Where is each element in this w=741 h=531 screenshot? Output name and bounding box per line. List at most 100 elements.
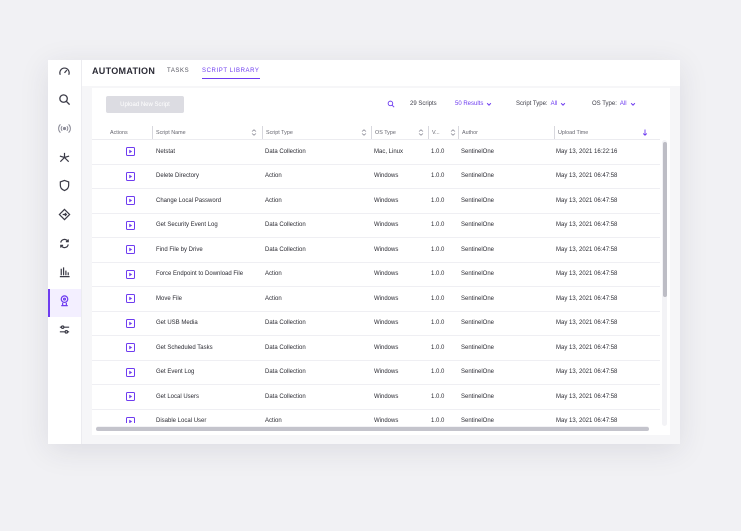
- sync-icon: [58, 237, 71, 255]
- run-script-button[interactable]: [126, 392, 135, 402]
- cell-script-type: Data Collection: [265, 369, 306, 376]
- play-icon: [128, 321, 133, 326]
- cell-author: SentinelOne: [461, 369, 495, 376]
- sidebar-item-broadcast[interactable]: [48, 117, 81, 145]
- cell-author: SentinelOne: [461, 344, 495, 351]
- sidebar-item-search[interactable]: [48, 88, 81, 116]
- table-row[interactable]: Get Local Users Data Collection Windows 1.0…: [92, 385, 660, 410]
- table-row[interactable]: Change Local Password Action Windows 1.0.0 S…: [92, 189, 660, 214]
- table-row[interactable]: Get Scheduled Tasks Data Collection Window…: [92, 336, 660, 361]
- run-script-button[interactable]: [126, 147, 135, 157]
- horizontal-scrollbar[interactable]: [96, 426, 649, 431]
- run-script-button[interactable]: [126, 318, 135, 328]
- run-script-button[interactable]: [126, 367, 135, 377]
- app-window: AUTOMATION TASKS SCRIPT LIBRARY Upload N…: [48, 60, 680, 444]
- column-header-os-type[interactable]: OS Type: [371, 126, 427, 139]
- column-header-label: Author: [462, 129, 478, 136]
- table-row[interactable]: Get USB Media Data Collection Windows 1.0.0…: [92, 312, 660, 336]
- sidebar-item-sync[interactable]: [48, 232, 81, 260]
- cell-actions: [126, 165, 135, 189]
- chevron-down-icon: [560, 101, 566, 107]
- cell-author: SentinelOne: [461, 222, 495, 229]
- run-script-button[interactable]: [126, 220, 135, 230]
- cell-script-name: Disable Local User: [156, 418, 207, 423]
- cell-os-type: Windows: [374, 344, 399, 351]
- table-body: Netstat Data Collection Mac, Linux 1.0.0 Sen…: [92, 140, 660, 423]
- cell-script-name: Get Local Users: [156, 393, 200, 400]
- column-header-script-name[interactable]: Script Name: [152, 126, 260, 139]
- column-header-upload-time[interactable]: Upload Time: [554, 126, 651, 139]
- cell-author: SentinelOne: [461, 173, 495, 180]
- cell-upload-time: May 13, 2021 16:22:16: [556, 148, 618, 155]
- cell-actions: [126, 336, 135, 360]
- run-script-button[interactable]: [126, 269, 135, 279]
- cell-script-name: Move File: [156, 295, 183, 302]
- table-row[interactable]: Get Security Event Log Data Collection Win…: [92, 214, 660, 238]
- table-row[interactable]: Force Endpoint to Download File Action Win…: [92, 263, 660, 287]
- cell-script-name: Find File by Drive: [156, 246, 203, 253]
- cell-version: 1.0.0: [431, 222, 445, 229]
- tab-tasks[interactable]: TASKS: [167, 68, 189, 74]
- cell-script-name: Delete Directory: [156, 173, 200, 180]
- cell-os-type: Windows: [374, 295, 399, 302]
- cell-upload-time: May 13, 2021 06:47:58: [556, 369, 618, 376]
- table-row[interactable]: Move File Action Windows 1.0.0 SentinelOne Ma…: [92, 287, 660, 312]
- sidebar-item-shield[interactable]: [48, 174, 81, 202]
- cell-actions: [126, 189, 135, 213]
- vertical-scrollbar[interactable]: [662, 140, 667, 426]
- column-header-author[interactable]: Author: [458, 126, 554, 139]
- cell-upload-time: May 13, 2021 06:47:58: [556, 393, 618, 400]
- cell-script-type: Action: [265, 173, 282, 180]
- cell-script-name: Get Event Log: [156, 369, 195, 376]
- cell-author: SentinelOne: [461, 295, 495, 302]
- scripts-count: 29 Scripts: [410, 101, 437, 107]
- table-row[interactable]: Disable Local User Action Windows 1.0.0 Sent…: [92, 410, 660, 423]
- search-toggle[interactable]: [387, 100, 395, 110]
- cell-actions: [126, 140, 135, 164]
- sidebar-item-diamond[interactable]: [48, 203, 81, 231]
- cell-upload-time: May 13, 2021 06:47:58: [556, 173, 618, 180]
- table-row[interactable]: Netstat Data Collection Mac, Linux 1.0.0 Sen…: [92, 140, 660, 165]
- cell-script-name: Get Scheduled Tasks: [156, 344, 213, 351]
- cell-author: SentinelOne: [461, 418, 495, 423]
- diamond-arrows-icon: [58, 208, 71, 226]
- cell-script-name: Get Security Event Log: [156, 222, 218, 229]
- cell-script-type: Data Collection: [265, 222, 306, 229]
- sidebar-item-dashboard[interactable]: [48, 60, 81, 88]
- column-header-version[interactable]: V...: [428, 126, 456, 139]
- cell-script-type: Data Collection: [265, 246, 306, 253]
- sort-desc-icon: [642, 129, 648, 136]
- column-header-script-type[interactable]: Script Type: [262, 126, 370, 139]
- sidebar-item-settings[interactable]: [48, 318, 81, 346]
- cell-script-type: Data Collection: [265, 393, 306, 400]
- run-script-button[interactable]: [126, 343, 135, 353]
- play-icon: [128, 223, 133, 228]
- cell-script-name: Change Local Password: [156, 197, 222, 204]
- cell-actions: [126, 385, 135, 409]
- asterisk-icon: [58, 151, 71, 169]
- upload-new-script-button[interactable]: Upload New Script: [106, 96, 184, 113]
- run-script-button[interactable]: [126, 416, 135, 423]
- run-script-button[interactable]: [126, 196, 135, 206]
- table-row[interactable]: Delete Directory Action Windows 1.0.0 Sentin…: [92, 165, 660, 189]
- os-type-filter[interactable]: OS Type: All: [592, 101, 636, 107]
- cell-upload-time: May 13, 2021 06:47:58: [556, 320, 618, 327]
- cell-upload-time: May 13, 2021 06:47:58: [556, 418, 618, 423]
- cell-author: SentinelOne: [461, 197, 495, 204]
- sidebar-item-automation[interactable]: [48, 289, 81, 317]
- cell-upload-time: May 13, 2021 06:47:58: [556, 197, 618, 204]
- broadcast-icon: [58, 122, 71, 140]
- play-icon: [128, 419, 133, 423]
- run-script-button[interactable]: [126, 171, 135, 181]
- results-per-page-dropdown[interactable]: 50 Results: [455, 101, 492, 107]
- run-script-button[interactable]: [126, 245, 135, 255]
- sidebar-item-star[interactable]: [48, 146, 81, 174]
- horizontal-scrollbar-thumb[interactable]: [96, 426, 649, 431]
- script-type-filter[interactable]: Script Type: All: [516, 101, 566, 107]
- vertical-scrollbar-thumb[interactable]: [662, 142, 667, 297]
- tab-script-library[interactable]: SCRIPT LIBRARY: [202, 68, 260, 79]
- table-row[interactable]: Find File by Drive Data Collection Windows…: [92, 238, 660, 263]
- run-script-button[interactable]: [126, 294, 135, 304]
- table-row[interactable]: Get Event Log Data Collection Windows 1.0.0…: [92, 361, 660, 385]
- sidebar-item-reports[interactable]: [48, 260, 81, 288]
